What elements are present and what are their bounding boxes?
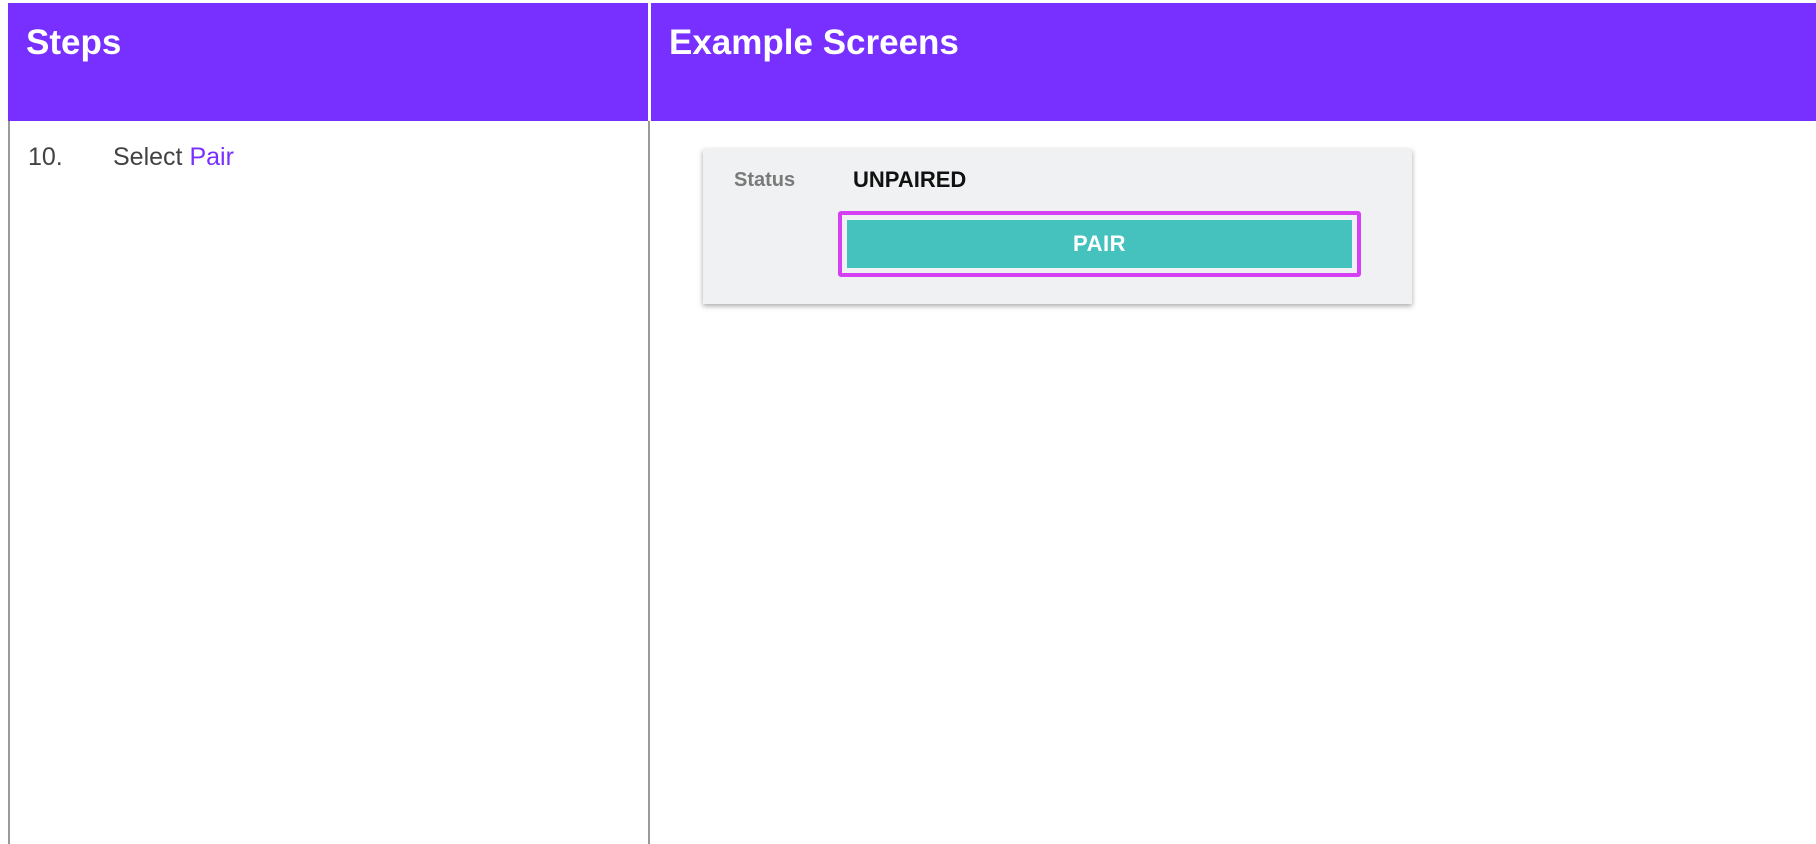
pair-button[interactable]: PAIR <box>847 220 1352 268</box>
table-left-border <box>8 121 10 844</box>
example-screen-card: Status UNPAIRED PAIR <box>703 149 1412 304</box>
status-label: Status <box>734 169 796 191</box>
header-screens-label: Example Screens <box>669 23 959 62</box>
header-example-screens: Example Screens <box>651 3 1816 121</box>
steps-table: Steps Example Screens <box>8 3 1816 844</box>
pair-callout-outline: PAIR <box>838 211 1361 277</box>
table-column-divider <box>648 121 650 844</box>
step-text: Select <box>113 143 190 171</box>
header-steps: Steps <box>8 3 649 121</box>
status-value: UNPAIRED <box>853 167 967 192</box>
table-header-row: Steps Example Screens <box>8 3 1816 121</box>
step-highlight: Pair <box>189 143 234 171</box>
step-number: 10. <box>28 143 63 171</box>
step-instruction: Select Pair <box>113 143 234 172</box>
header-steps-label: Steps <box>26 23 122 62</box>
